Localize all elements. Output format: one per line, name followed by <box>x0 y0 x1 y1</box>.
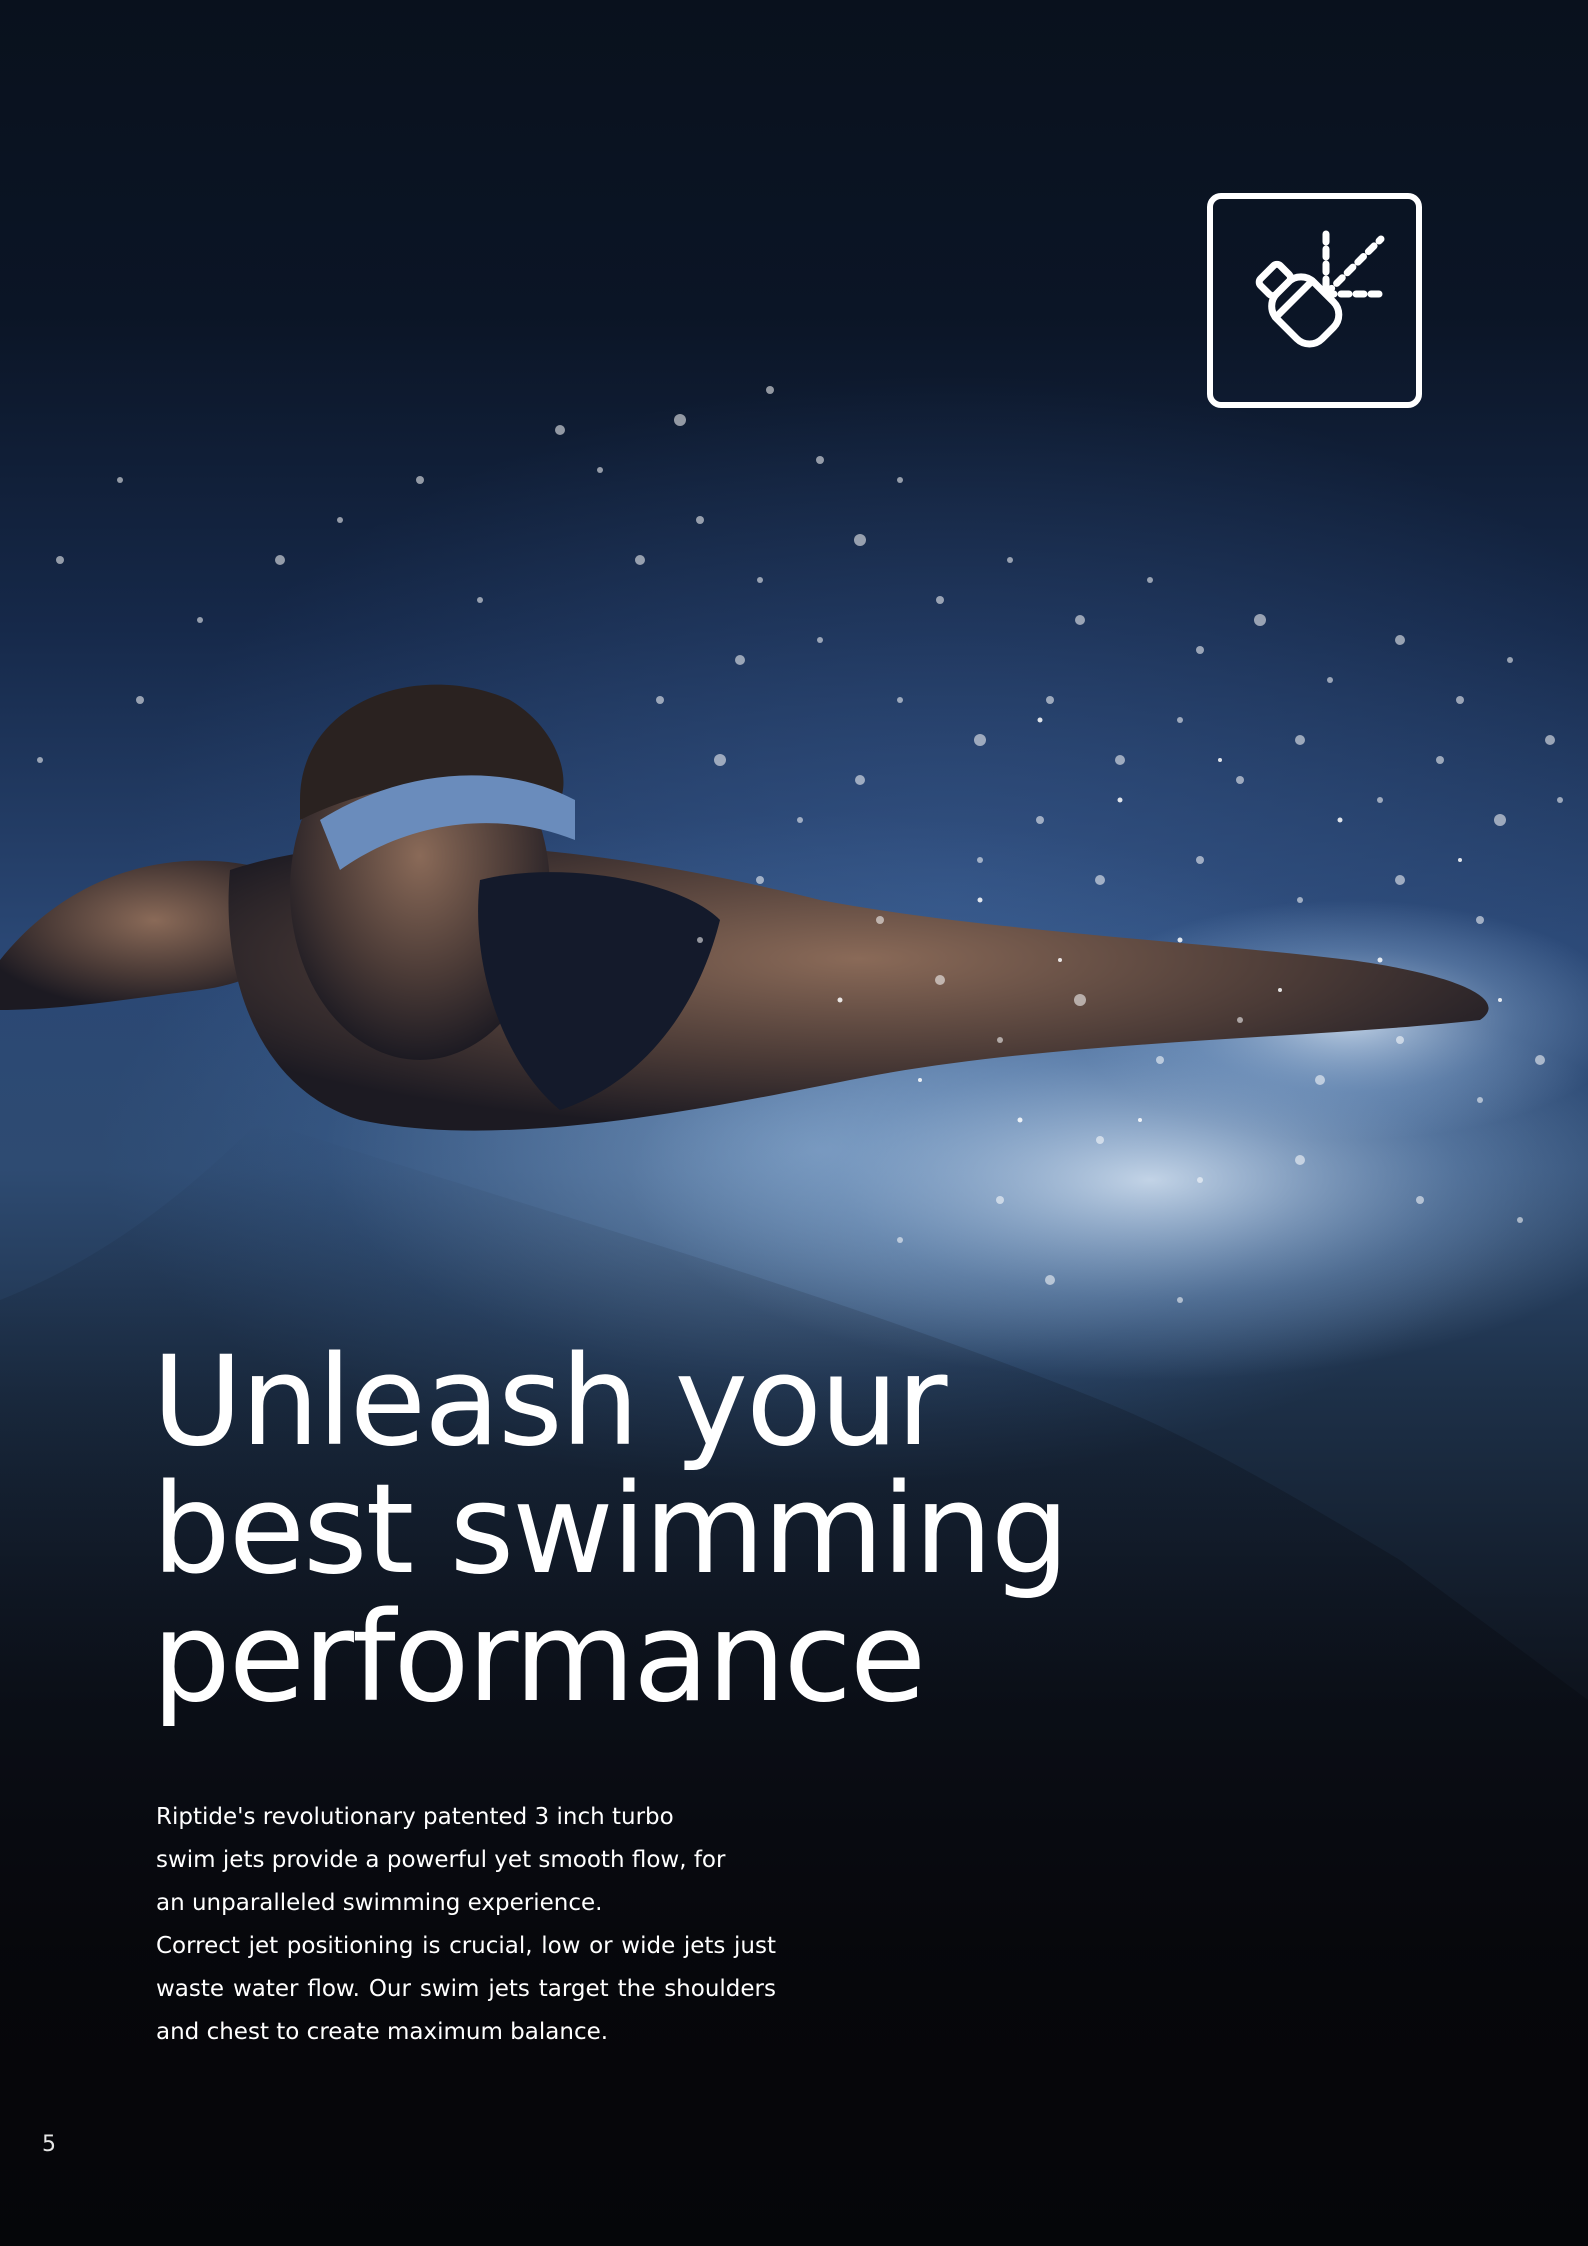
headline-line: best swimming <box>152 1458 1069 1602</box>
swim-jet-icon <box>1255 230 1385 348</box>
headline-line: performance <box>152 1586 926 1730</box>
body-paragraph: Riptide's revolutionary patented 3 inch … <box>156 1804 726 1916</box>
headline: Unleash your best swimming performance <box>152 1338 1152 1722</box>
page-number: 5 <box>42 2132 56 2157</box>
body-paragraph: Correct jet positioning is crucial, low … <box>156 1933 776 2045</box>
body-copy: Riptide's revolutionary patented 3 inch … <box>156 1796 776 2054</box>
swim-jet-icon-frame <box>1207 193 1422 408</box>
headline-line: Unleash your <box>152 1330 948 1474</box>
brochure-page: Unleash your best swimming performance R… <box>0 0 1588 2246</box>
